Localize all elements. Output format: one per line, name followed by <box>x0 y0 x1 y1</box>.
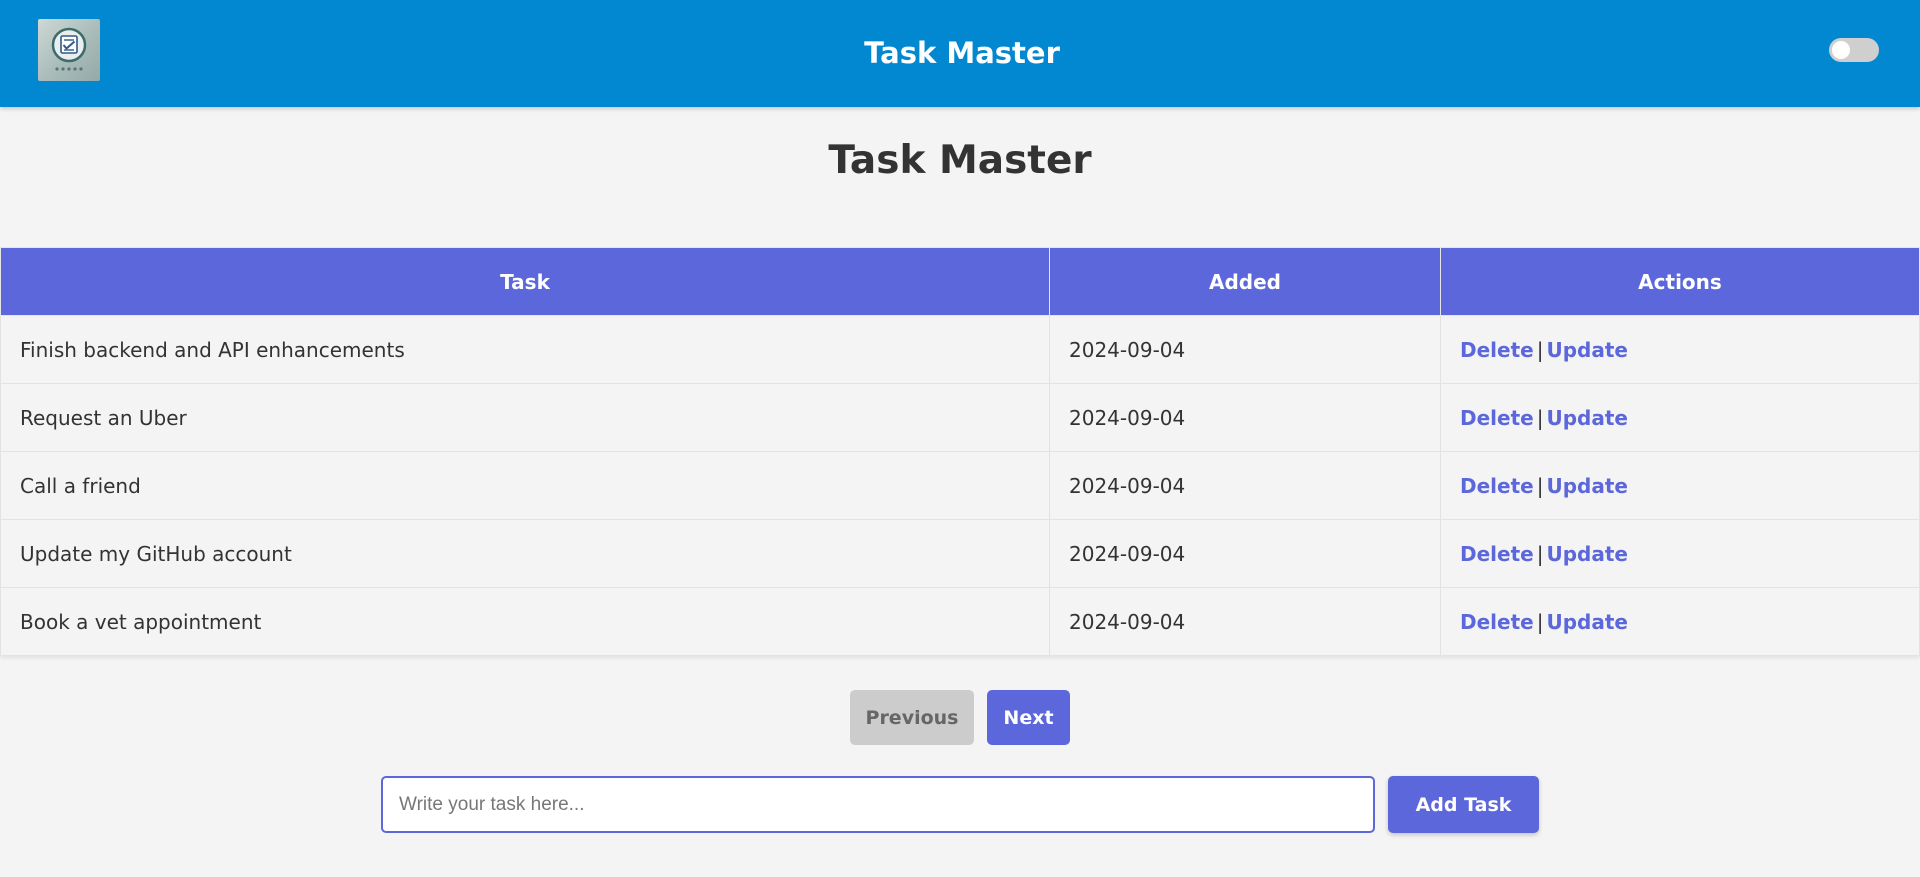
task-cell: Request an Uber <box>0 383 1050 452</box>
toggle-knob <box>1832 41 1850 59</box>
delete-link[interactable]: Delete <box>1460 542 1534 566</box>
table-header-row: Task Added Actions <box>0 247 1920 316</box>
table-row: Update my GitHub account 2024-09-04 Dele… <box>0 519 1920 588</box>
task-input[interactable] <box>381 776 1375 833</box>
added-cell: 2024-09-04 <box>1049 587 1441 656</box>
previous-button[interactable]: Previous <box>850 690 974 745</box>
actions-cell: Delete | Update <box>1440 587 1920 656</box>
actions-cell: Delete | Update <box>1440 315 1920 384</box>
delete-link[interactable]: Delete <box>1460 406 1534 430</box>
task-cell: Book a vet appointment <box>0 587 1050 656</box>
task-cell: Finish backend and API enhancements <box>0 315 1050 384</box>
navbar: Task Master <box>0 0 1920 107</box>
actions-cell: Delete | Update <box>1440 383 1920 452</box>
actions-cell: Delete | Update <box>1440 451 1920 520</box>
actions-cell: Delete | Update <box>1440 519 1920 588</box>
update-link[interactable]: Update <box>1546 610 1628 634</box>
table-row: Book a vet appointment 2024-09-04 Delete… <box>0 587 1920 656</box>
update-link[interactable]: Update <box>1546 406 1628 430</box>
action-separator: | <box>1536 541 1544 566</box>
action-separator: | <box>1536 609 1544 634</box>
theme-toggle[interactable] <box>1829 38 1879 62</box>
action-separator: | <box>1536 473 1544 498</box>
task-cell: Call a friend <box>0 451 1050 520</box>
added-cell: 2024-09-04 <box>1049 315 1441 384</box>
add-task-button[interactable]: Add Task <box>1388 776 1539 833</box>
navbar-title: Task Master <box>864 36 1060 70</box>
added-cell: 2024-09-04 <box>1049 451 1441 520</box>
task-cell: Update my GitHub account <box>0 519 1050 588</box>
delete-link[interactable]: Delete <box>1460 338 1534 362</box>
table-row: Call a friend 2024-09-04 Delete | Update <box>0 451 1920 520</box>
update-link[interactable]: Update <box>1546 338 1628 362</box>
table-row: Finish backend and API enhancements 2024… <box>0 315 1920 384</box>
update-link[interactable]: Update <box>1546 474 1628 498</box>
next-button[interactable]: Next <box>987 690 1070 745</box>
column-header-actions: Actions <box>1440 247 1920 316</box>
delete-link[interactable]: Delete <box>1460 610 1534 634</box>
column-header-task: Task <box>0 247 1050 316</box>
action-separator: | <box>1536 337 1544 362</box>
delete-link[interactable]: Delete <box>1460 474 1534 498</box>
column-header-added: Added <box>1049 247 1441 316</box>
table-row: Request an Uber 2024-09-04 Delete | Update <box>0 383 1920 452</box>
update-link[interactable]: Update <box>1546 542 1628 566</box>
task-table: Task Added Actions Finish backend and AP… <box>0 247 1920 656</box>
action-separator: | <box>1536 405 1544 430</box>
added-cell: 2024-09-04 <box>1049 519 1441 588</box>
page-title: Task Master <box>828 138 1092 183</box>
added-cell: 2024-09-04 <box>1049 383 1441 452</box>
